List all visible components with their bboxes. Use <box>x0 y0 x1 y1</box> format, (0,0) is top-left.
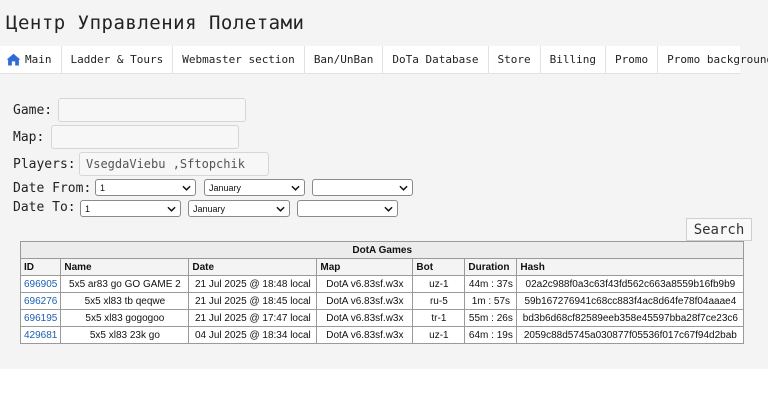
nav-item-main[interactable]: Main <box>0 46 62 73</box>
table-row: 429681 5x5 xl83 23k go 04 Jul 2025 @ 18:… <box>19 326 745 344</box>
date-to-label: Date To: <box>13 200 76 215</box>
game-name: 5x5 xl83 gogogoo <box>60 309 190 327</box>
date-to-month-select[interactable]: January <box>188 200 290 217</box>
game-hash: 2059c88d5745a030877f05536f017c67f94d2bab <box>516 326 745 344</box>
nav-item-label: Main <box>25 53 52 66</box>
nav-item-label: Ladder & Tours <box>70 53 164 66</box>
nav-item-ban-unban[interactable]: Ban/UnBan <box>305 46 384 73</box>
date-to-year-select[interactable] <box>297 200 398 217</box>
game-duration: 55m : 26s <box>464 309 518 327</box>
game-input[interactable] <box>58 98 246 122</box>
players-label: Players: <box>13 157 76 172</box>
game-label: Game: <box>13 103 53 118</box>
map-input[interactable] <box>51 125 239 149</box>
select-value: January <box>209 182 242 193</box>
game-date: 21 Jul 2025 @ 18:45 local <box>188 292 318 310</box>
game-map: DotA v6.83sf.w3x <box>316 292 414 310</box>
select-value: 1 <box>100 182 106 193</box>
chevron-down-icon <box>167 206 176 212</box>
header-id: ID <box>19 258 62 276</box>
game-hash: bd3b6d68cf82589eeb358e45597bba28f7ce23c6 <box>516 309 745 327</box>
date-from-label: Date From: <box>13 181 92 196</box>
table-row: 696195 5x5 xl83 gogogoo 21 Jul 2025 @ 17… <box>19 309 745 327</box>
game-bot: tr-1 <box>412 309 466 327</box>
game-id-link[interactable]: 696905 <box>24 279 57 290</box>
nav-item-billing[interactable]: Billing <box>541 46 606 73</box>
nav-item-label: Billing <box>549 53 596 66</box>
game-map: DotA v6.83sf.w3x <box>316 326 414 344</box>
chevron-down-icon <box>276 206 285 212</box>
page-title: Центр Управления Полетами <box>6 12 305 34</box>
game-name: 5x5 xl83 23k go <box>60 326 190 344</box>
game-name: 5x5 ar83 go GO GAME 2 <box>60 275 190 293</box>
nav-item-promo-background[interactable]: Promo background <box>658 46 768 73</box>
select-value: January <box>193 203 226 214</box>
header-hash: Hash <box>516 258 745 276</box>
game-hash: 59b167276941c68cc883f4ac8d64fe78f04aaae4 <box>516 292 745 310</box>
home-icon <box>6 53 21 66</box>
date-from-month-select[interactable]: January <box>204 179 305 196</box>
select-value: 1 <box>85 203 91 214</box>
game-id-link[interactable]: 429681 <box>24 330 57 341</box>
players-input[interactable]: VsegdaViebu ,Sftopchik <box>79 152 269 176</box>
chevron-down-icon <box>182 185 191 191</box>
game-bot: ru-5 <box>412 292 466 310</box>
game-map: DotA v6.83sf.w3x <box>316 275 414 293</box>
nav-item-label: Store <box>497 53 531 66</box>
game-duration: 1m : 57s <box>464 292 518 310</box>
table-row: 696905 5x5 ar83 go GO GAME 2 21 Jul 2025… <box>19 275 745 293</box>
nav-item-promo[interactable]: Promo <box>606 46 659 73</box>
map-label: Map: <box>13 130 45 145</box>
game-id-link[interactable]: 696276 <box>24 296 57 307</box>
header-bot: Bot <box>412 258 466 276</box>
nav-item-label: DoTa Database <box>392 53 479 66</box>
table-row: 696276 5x5 xl83 tb qeqwe 21 Jul 2025 @ 1… <box>19 292 745 310</box>
game-duration: 64m : 19s <box>464 326 518 344</box>
date-from-year-select[interactable] <box>312 179 413 196</box>
table-caption: DotA Games <box>19 241 745 259</box>
game-duration: 44m : 37s <box>464 275 518 293</box>
nav-item-label: Webmaster section <box>182 53 295 66</box>
date-to-day-select[interactable]: 1 <box>80 200 181 217</box>
game-bot: uz-1 <box>412 275 466 293</box>
game-hash: 02a2c988f0a3c63f43fd562c663a8559b16fb9b9 <box>516 275 745 293</box>
game-date: 21 Jul 2025 @ 17:47 local <box>188 309 318 327</box>
nav-item-label: Promo <box>615 53 649 66</box>
header-duration: Duration <box>464 258 518 276</box>
footer-strip <box>0 369 768 403</box>
games-table: DotA Games ID Name Date Map Bot Duration… <box>19 241 745 344</box>
game-date: 21 Jul 2025 @ 18:48 local <box>188 275 318 293</box>
nav-item-ladder-tours[interactable]: Ladder & Tours <box>62 46 174 73</box>
table-header-row: ID Name Date Map Bot Duration Hash <box>19 258 745 276</box>
game-bot: uz-1 <box>412 326 466 344</box>
chevron-down-icon <box>291 185 300 191</box>
date-from-day-select[interactable]: 1 <box>95 179 196 196</box>
chevron-down-icon <box>384 206 393 212</box>
game-date: 04 Jul 2025 @ 18:34 local <box>188 326 318 344</box>
main-nav: Main Ladder & Tours Webmaster section Ba… <box>0 46 768 74</box>
nav-item-dota-database[interactable]: DoTa Database <box>383 46 489 73</box>
header-map: Map <box>316 258 414 276</box>
nav-item-store[interactable]: Store <box>489 46 541 73</box>
chevron-down-icon <box>399 185 408 191</box>
game-id-link[interactable]: 696195 <box>24 313 57 324</box>
search-button[interactable]: Search <box>686 218 752 241</box>
nav-item-label: Ban/UnBan <box>313 53 374 66</box>
nav-item-label: Promo background <box>667 53 768 66</box>
game-name: 5x5 xl83 tb qeqwe <box>60 292 190 310</box>
game-map: DotA v6.83sf.w3x <box>316 309 414 327</box>
header-name: Name <box>60 258 190 276</box>
nav-item-webmaster-section[interactable]: Webmaster section <box>173 46 305 73</box>
header-date: Date <box>188 258 318 276</box>
